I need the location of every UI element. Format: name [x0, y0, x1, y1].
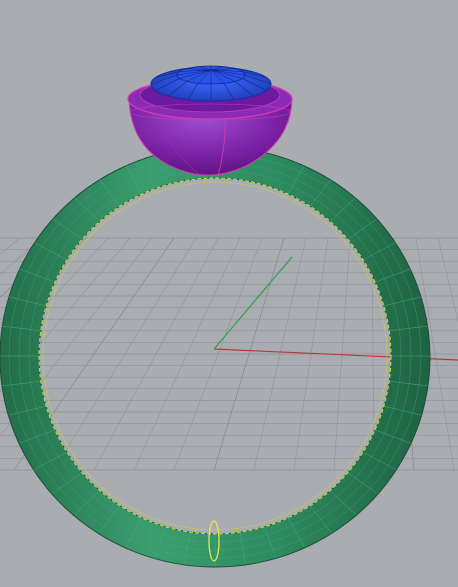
ring-band-surface[interactable]	[0, 146, 431, 568]
gem-facet-lines	[150, 66, 272, 101]
ring-inner-edge	[42, 181, 388, 531]
ring-inner-wire	[38, 177, 392, 535]
gemstone[interactable]	[150, 65, 272, 102]
ring-band[interactable]	[0, 146, 431, 568]
y-axis-line	[213, 256, 293, 350]
viewport-canvas[interactable]	[0, 0, 458, 587]
3d-viewport[interactable]	[0, 0, 458, 587]
